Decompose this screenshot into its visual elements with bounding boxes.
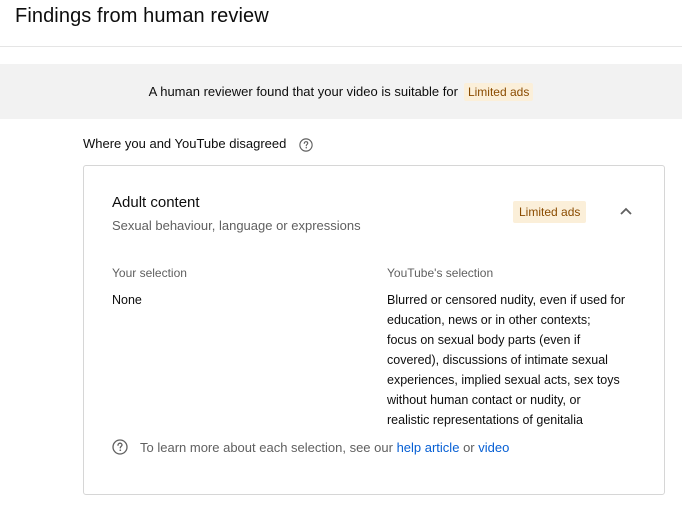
- your-selection-label: Your selection: [112, 266, 187, 280]
- youtube-selection-line: focus on sexual body parts (even if: [387, 333, 581, 347]
- help-circle-icon: [112, 439, 128, 455]
- disagreement-section-header: Where you and YouTube disagreed: [83, 136, 314, 152]
- video-link[interactable]: video: [478, 440, 509, 455]
- page-title: Findings from human review: [15, 5, 269, 27]
- youtube-selection-line: covered), discussions of intimate sexual: [387, 353, 608, 367]
- help-circle-icon[interactable]: [299, 137, 314, 152]
- youtube-selection-label: YouTube's selection: [387, 266, 494, 280]
- help-article-link[interactable]: help article: [397, 440, 460, 455]
- disagreement-card: Adult content Sexual behaviour, language…: [83, 165, 665, 495]
- learn-more-text: To learn more about each selection, see …: [140, 439, 393, 455]
- category-subtitle: Sexual behaviour, language or expression…: [112, 218, 361, 233]
- category-status-badge: Limited ads: [513, 201, 587, 223]
- chevron-up-icon: [619, 203, 633, 221]
- learn-more-row: To learn more about each selection, see …: [112, 439, 509, 455]
- learn-more-or: or: [463, 439, 475, 455]
- youtube-selection-line: Blurred or censored nudity, even if used…: [387, 293, 626, 307]
- youtube-selection-line: without human contact or nudity, or: [387, 393, 581, 407]
- youtube-selection-value: Blurred or censored nudity, even if used…: [387, 290, 642, 430]
- category-title: Adult content: [112, 194, 200, 211]
- your-selection-value: None: [112, 293, 142, 307]
- youtube-selection-line: realistic representations of genitalia: [387, 413, 583, 427]
- review-result-banner: A human reviewer found that your video i…: [0, 64, 682, 119]
- banner-text: A human reviewer found that your video i…: [148, 84, 458, 99]
- header-divider: [0, 46, 682, 47]
- disagreement-heading: Where you and YouTube disagreed: [83, 136, 287, 151]
- collapse-button[interactable]: [617, 203, 635, 221]
- monetization-status-badge: Limited ads: [463, 82, 534, 101]
- youtube-selection-line: experiences, implied sexual acts, sex to…: [387, 373, 620, 387]
- youtube-selection-line: education, news or in other contexts;: [387, 313, 591, 327]
